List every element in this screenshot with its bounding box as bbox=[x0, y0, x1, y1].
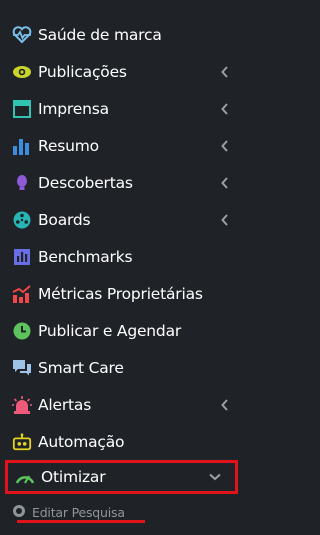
chevron-left-icon[interactable] bbox=[219, 213, 231, 226]
chevron-left-icon[interactable] bbox=[219, 139, 231, 152]
menu-item-descobertas[interactable]: Descobertas bbox=[0, 164, 245, 201]
bar-chart-icon bbox=[12, 136, 32, 156]
benchmark-chart-icon bbox=[12, 247, 32, 267]
menu-item-label: Saúde de marca bbox=[38, 25, 162, 44]
menu-item-label: Otimizar bbox=[41, 468, 106, 486]
chat-icon bbox=[12, 358, 32, 378]
chevron-left-icon[interactable] bbox=[219, 398, 231, 411]
menu-item-saude-de-marca[interactable]: Saúde de marca bbox=[0, 16, 245, 53]
gauge-icon bbox=[15, 467, 35, 487]
newspaper-icon bbox=[12, 99, 32, 119]
highlight-underline bbox=[17, 520, 145, 523]
menu-item-metricas-proprietarias[interactable]: Métricas Proprietárias bbox=[0, 275, 245, 312]
boards-icon bbox=[12, 210, 32, 230]
chevron-down-icon[interactable] bbox=[209, 471, 221, 483]
chevron-left-icon[interactable] bbox=[219, 102, 231, 115]
siren-icon bbox=[12, 395, 32, 415]
menu-item-label: Publicações bbox=[38, 62, 127, 81]
menu-item-label: Descobertas bbox=[38, 173, 133, 192]
eye-icon bbox=[12, 62, 32, 82]
chevron-left-icon[interactable] bbox=[219, 176, 231, 189]
menu-item-otimizar[interactable]: Otimizar bbox=[5, 460, 238, 494]
heart-pulse-icon bbox=[12, 25, 32, 45]
menu-item-publicacoes[interactable]: Publicações bbox=[0, 53, 245, 90]
menu-item-label: Resumo bbox=[38, 136, 99, 155]
lightbulb-icon bbox=[12, 173, 32, 193]
menu-item-label: Boards bbox=[38, 210, 91, 229]
menu-item-alertas[interactable]: Alertas bbox=[0, 386, 245, 423]
sidebar-menu: Saúde de marca Publicações Imprensa Resu… bbox=[0, 16, 245, 494]
metrics-chart-icon bbox=[12, 284, 32, 304]
menu-item-boards[interactable]: Boards bbox=[0, 201, 245, 238]
menu-item-publicar-e-agendar[interactable]: Publicar e Agendar bbox=[0, 312, 245, 349]
menu-item-imprensa[interactable]: Imprensa bbox=[0, 90, 245, 127]
menu-item-label: Benchmarks bbox=[38, 247, 133, 266]
menu-item-label: Imprensa bbox=[38, 99, 109, 118]
menu-item-automacao[interactable]: Automação bbox=[0, 423, 245, 460]
menu-item-resumo[interactable]: Resumo bbox=[0, 127, 245, 164]
menu-item-label: Métricas Proprietárias bbox=[38, 284, 203, 303]
chevron-left-icon[interactable] bbox=[219, 65, 231, 78]
menu-item-label: Alertas bbox=[38, 395, 92, 414]
submenu-item-label: Editar Pesquisa bbox=[32, 505, 125, 520]
robot-icon bbox=[12, 432, 32, 452]
menu-item-label: Automação bbox=[38, 432, 125, 451]
menu-item-label: Smart Care bbox=[38, 358, 124, 377]
menu-item-benchmarks[interactable]: Benchmarks bbox=[0, 238, 245, 275]
menu-item-label: Publicar e Agendar bbox=[38, 321, 182, 340]
clock-icon bbox=[12, 321, 32, 341]
menu-item-smart-care[interactable]: Smart Care bbox=[0, 349, 245, 386]
